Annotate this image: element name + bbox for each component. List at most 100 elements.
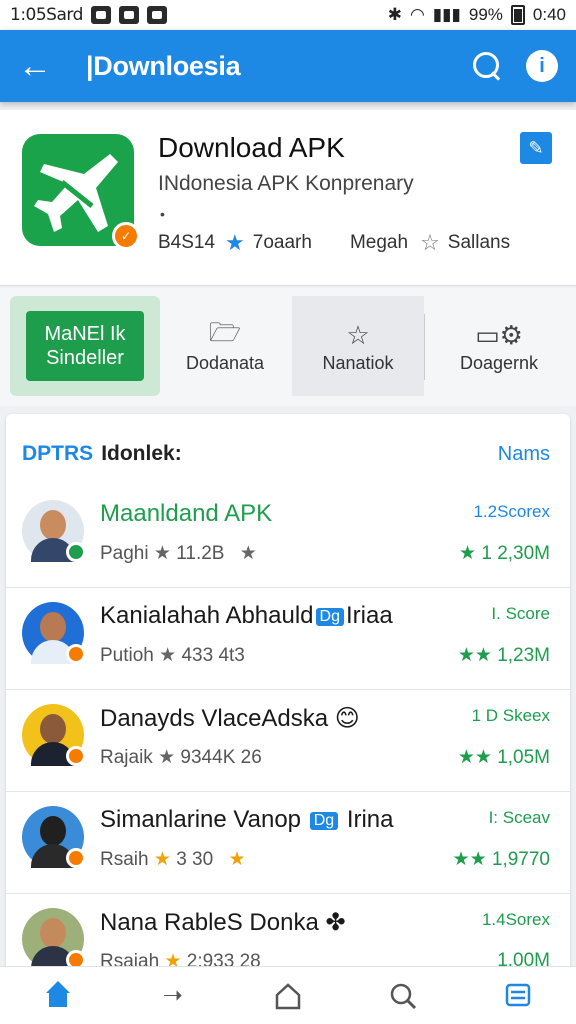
notification-icon <box>118 6 139 24</box>
list-item-sub-prefix: Paghi <box>100 543 149 564</box>
action-tabs: MaNEl Ik Sindeller 🗁 Dodanata ☆ Nanatiok… <box>0 288 576 406</box>
list-item-sub: Paghi ★ 11.2B ★ <box>100 542 257 565</box>
list-item-chip: Dg <box>309 811 339 830</box>
nav-library[interactable] <box>461 967 576 1024</box>
list-item-name-part: Simanlarine Vanop <box>100 806 302 833</box>
signal-icon: ▮▮▮ <box>432 5 461 24</box>
list-item-sub: Putioh ★ 433 4t3 <box>100 644 245 667</box>
star-outline-icon: ☆ <box>346 320 370 350</box>
avatar <box>22 806 86 868</box>
status-time-left: 1:05Sard <box>10 5 83 25</box>
list-tag: DPTRS <box>22 442 94 465</box>
avatar <box>22 704 86 766</box>
status-time-right: 0:40 <box>532 5 566 24</box>
tab-doagernk-label: Doagernk <box>459 352 539 373</box>
list-item-chip: Dg <box>315 607 344 626</box>
search-icon <box>388 981 418 1018</box>
app-meta-row: B4S14 ★ 7oaarh Megah ☆ Sallans <box>158 230 558 256</box>
avatar <box>22 500 86 562</box>
library-icon <box>503 981 533 1018</box>
verified-badge-icon <box>66 746 86 766</box>
primary-action-line2: Sindeller <box>46 347 124 369</box>
house-outline-icon <box>273 981 303 1011</box>
nav-search[interactable] <box>346 967 461 1024</box>
list-item-downloads: ★★ 1,23M <box>457 645 550 666</box>
list-item-score: 1.2Scorex <box>473 502 550 521</box>
star-icon: ★ <box>153 849 171 870</box>
app-bar-title: |Downloesia <box>86 50 241 81</box>
star-icon: ★ <box>239 543 257 564</box>
list-item-name: Nana RableS Donka ✤ <box>100 909 346 936</box>
list-item-sub-value: 11.2B <box>176 543 225 564</box>
list-item[interactable]: Maanldand APK Paghi ★ 11.2B ★ 1.2Scorex … <box>6 486 570 588</box>
verified-badge-icon <box>66 848 86 868</box>
nav-forward[interactable]: ➝ <box>115 967 230 1024</box>
list-item-name: Danayds VlaceAdska 😊 <box>100 705 360 732</box>
screen-settings-icon: ▭⚙ <box>475 320 523 350</box>
arrow-right-icon: ➝ <box>162 982 183 1009</box>
list-item[interactable]: Kanialahah Abhauld Dg Iriaa Putioh ★ 433 4… <box>6 588 570 690</box>
tab-dodanata-label: Dodanata <box>185 352 265 373</box>
app-dot: • <box>160 206 165 222</box>
list-item-downloads: ★★ 1,9770 <box>452 849 550 870</box>
list-item-name: Kanialahah Abhauld Dg Iriaa <box>100 602 393 630</box>
list-more-link[interactable]: Nams <box>498 443 550 466</box>
tab-nanatiok-label: Nanatiok <box>322 352 394 373</box>
divider <box>424 314 425 380</box>
bluetooth-icon: ✱ <box>387 5 402 24</box>
list-item-sub-prefix: Rsaih <box>100 849 149 870</box>
app-header-card: ✓ Download APK INdonesia APK Konprenary … <box>0 110 576 286</box>
folder-icon: 🗁 <box>208 316 242 347</box>
search-icon[interactable] <box>470 49 504 83</box>
notification-icon <box>146 6 167 24</box>
battery-percent: 99% <box>468 5 503 24</box>
avatar-face <box>40 714 66 744</box>
app-name: Download APK <box>158 132 345 163</box>
edit-icon: ✎ <box>528 137 544 158</box>
battery-icon <box>510 5 525 25</box>
status-bar: 1:05Sard ✱ ◠ ▮▮▮ 99% 0:40 <box>0 0 576 30</box>
tab-doagernk[interactable]: ▭⚙ Doagernk <box>426 296 572 396</box>
list-item-name-part: Irina <box>346 806 394 833</box>
avatar-face <box>40 918 66 948</box>
tab-nanatiok[interactable]: ☆ Nanatiok <box>292 296 424 396</box>
list-item-sub-value: 9344K 26 <box>180 747 262 768</box>
list-item[interactable]: Danayds VlaceAdska 😊 Rajaik ★ 9344K 26 1… <box>6 690 570 792</box>
edit-button[interactable]: ✎ <box>520 132 552 164</box>
app-bar-actions: i <box>470 49 558 83</box>
app-list-card: DPTRS Idonlek: Nams Maanldand APK Paghi … <box>6 414 570 974</box>
rating-count: B4S14 <box>158 232 216 253</box>
info-icon[interactable]: i <box>526 50 558 82</box>
avatar-face <box>40 612 66 642</box>
app-logo-icon: ✓ <box>22 134 140 250</box>
star-icon: ★ <box>158 747 176 768</box>
app-size: Megah <box>349 232 409 253</box>
list-item-sub-prefix: Putioh <box>100 645 154 666</box>
avatar <box>22 908 86 970</box>
tab-dodanata[interactable]: 🗁 Dodanata <box>160 296 290 396</box>
list-item-name: Simanlarine Vanop Dg Irina <box>100 806 394 834</box>
list-header: DPTRS Idonlek: Nams <box>22 442 550 466</box>
list-item-score: 1.4Sorex <box>481 910 550 929</box>
primary-action-button[interactable]: MaNEl Ik Sindeller <box>10 296 160 396</box>
wifi-icon: ◠ <box>409 5 425 24</box>
nav-house[interactable] <box>230 967 345 1024</box>
list-item-score: 1 D Skeex <box>471 706 550 725</box>
nav-home[interactable] <box>0 967 115 1024</box>
notification-icon <box>90 6 111 24</box>
rating-value: 7oaarh <box>252 232 312 253</box>
list-title: Idonlek: <box>101 442 182 465</box>
star-icon: ★ <box>228 849 246 870</box>
app-bar: ← |Downloesia i <box>0 30 576 102</box>
status-right: ✱ ◠ ▮▮▮ 99% 0:40 <box>388 5 566 25</box>
list-item-name-part: Kanialahah Abhauld <box>100 602 314 629</box>
list-item-score: I: Sceav <box>488 808 550 827</box>
list-item-sub: Rsaih ★ 3 30 ★ <box>100 848 246 871</box>
list-item[interactable]: Nana RableS Donka ✤ Rsaiah ★ 2:933 28 1.… <box>6 894 570 974</box>
list-item-sub-value: 433 4t3 <box>181 645 245 666</box>
star-icon: ★ <box>225 230 245 255</box>
back-arrow-icon[interactable]: ← <box>18 49 58 83</box>
star-outline-icon: ☆ <box>420 230 440 255</box>
list-item[interactable]: Simanlarine Vanop Dg Irina Rsaih ★ 3 30 … <box>6 792 570 894</box>
list-item-sub-value: 3 30 <box>176 849 214 870</box>
